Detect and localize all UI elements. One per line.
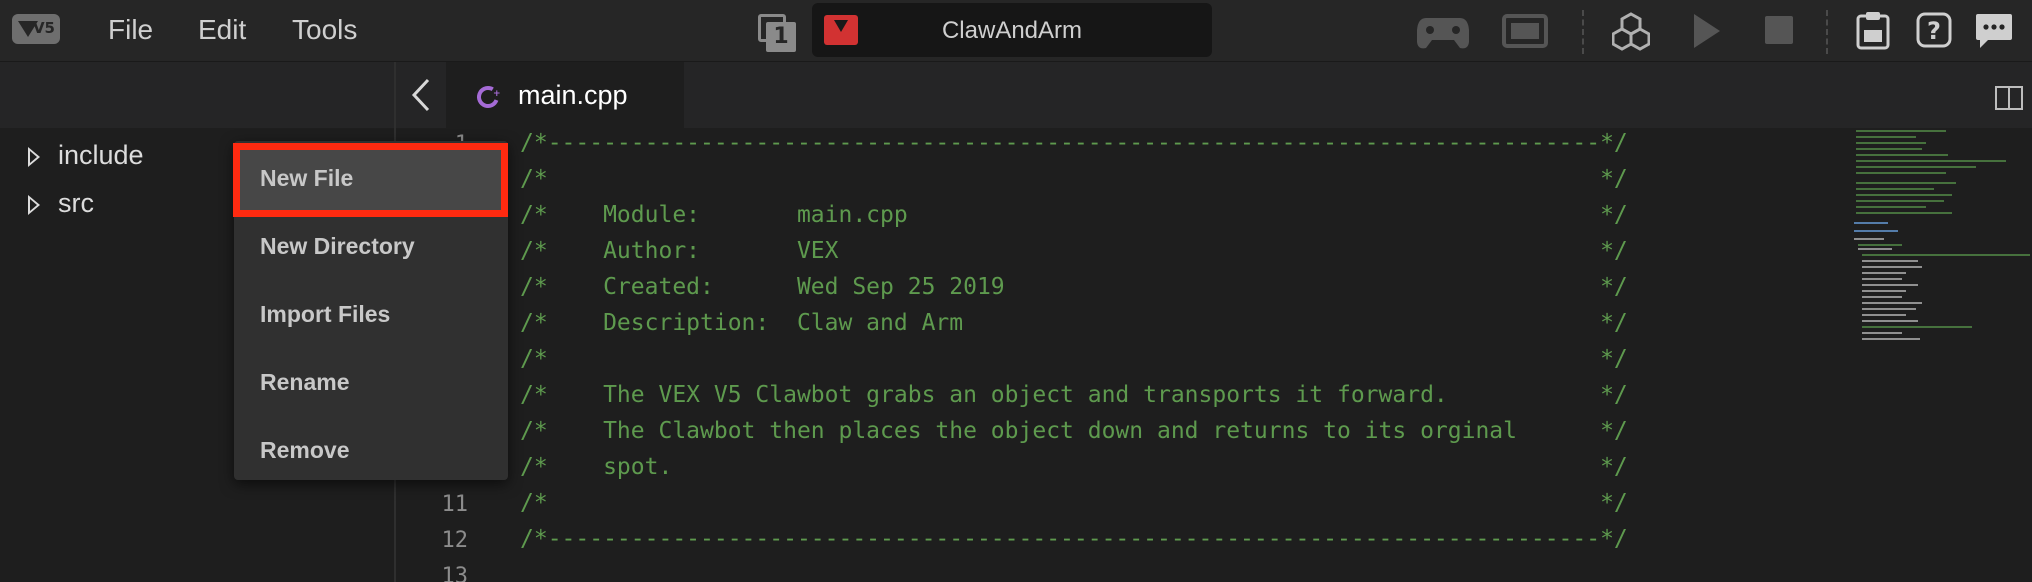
line-number: 11 xyxy=(441,492,469,517)
minimap-line xyxy=(1862,290,1906,292)
editor-tab-bar xyxy=(0,62,2032,128)
menu-tools[interactable]: Tools xyxy=(292,14,357,46)
menu-item-new-directory[interactable]: New Directory xyxy=(260,233,415,260)
minimap-line xyxy=(1856,212,1952,214)
slot-number: 1 xyxy=(766,22,796,52)
minimap-line xyxy=(1856,206,1926,208)
minimap-line xyxy=(1856,200,1944,202)
minimap-line xyxy=(1862,266,1922,268)
split-editor-icon[interactable] xyxy=(1995,86,2023,110)
code-line: /* Created: Wed Sep 25 2019 */ xyxy=(520,274,1628,300)
menu-file[interactable]: File xyxy=(108,14,153,46)
minimap-line xyxy=(1856,172,1946,174)
controller-icon[interactable] xyxy=(1416,12,1470,52)
folder-label: src xyxy=(58,188,94,218)
code-line: /* spot. */ xyxy=(520,454,1628,480)
minimap-line xyxy=(1862,302,1922,304)
help-icon[interactable]: ? xyxy=(1916,12,1952,48)
minimap-line xyxy=(1856,136,1916,138)
minimap-line xyxy=(1856,160,2006,162)
minimap-line xyxy=(1854,230,1898,232)
menu-item-remove[interactable]: Remove xyxy=(260,437,349,464)
code-line: /* Module: main.cpp */ xyxy=(520,202,1628,228)
brain-screen-icon[interactable] xyxy=(1502,12,1548,50)
minimap-line xyxy=(1858,244,1902,246)
code-minimap[interactable] xyxy=(1852,128,2030,348)
minimap-line xyxy=(1856,182,1956,184)
cpp-file-icon: + xyxy=(477,86,500,108)
minimap-line xyxy=(1856,154,1948,156)
code-line: /* Description: Claw and Arm */ xyxy=(520,310,1628,336)
code-line: /* The VEX V5 Clawbot grabs an object an… xyxy=(520,382,1628,408)
minimap-line xyxy=(1862,338,1920,340)
toolbar-separator-2 xyxy=(1826,10,1828,54)
slot-selector-icon[interactable]: 1 xyxy=(758,14,796,52)
line-number: 12 xyxy=(441,528,469,553)
minimap-line xyxy=(1862,254,2030,256)
code-line: /* */ xyxy=(520,490,1628,516)
play-icon[interactable] xyxy=(1692,12,1722,50)
minimap-line xyxy=(1862,284,1918,286)
menu-edit[interactable]: Edit xyxy=(198,14,246,46)
project-selector[interactable]: ClawAndArm xyxy=(812,3,1212,57)
download-blocks-icon[interactable] xyxy=(1612,12,1650,52)
code-line: /*--------------------------------------… xyxy=(520,130,1628,156)
svg-text:?: ? xyxy=(1927,17,1941,45)
minimap-line xyxy=(1856,166,1976,168)
code-line: /*--------------------------------------… xyxy=(520,526,1628,552)
expand-triangle-icon xyxy=(28,195,40,215)
toolbar-separator xyxy=(1582,10,1584,54)
code-line: /* Author: VEX */ xyxy=(520,238,1628,264)
tab-label: main.cpp xyxy=(518,80,628,110)
minimap-line xyxy=(1856,194,1952,196)
minimap-line xyxy=(1862,296,1902,298)
project-name: ClawAndArm xyxy=(941,17,1083,44)
code-line: /* The Clawbot then places the object do… xyxy=(520,418,1628,444)
minimap-line xyxy=(1862,308,1916,310)
minimap-line xyxy=(1856,188,1934,190)
minimap-line xyxy=(1854,238,1884,240)
highlight-annotation-box xyxy=(233,143,508,217)
collapse-explorer-chevron-icon[interactable] xyxy=(408,78,436,112)
menu-item-import-files[interactable]: Import Files xyxy=(260,301,390,328)
top-menu-bar: V5 File Edit Tools 1 ClawAndArm ? xyxy=(0,0,2032,62)
feedback-icon[interactable] xyxy=(1974,12,2014,50)
line-number: 13 xyxy=(441,564,469,582)
tab-main-cpp[interactable]: + main.cpp xyxy=(446,62,684,128)
minimap-line xyxy=(1862,314,1906,316)
minimap-line xyxy=(1856,142,1926,144)
minimap-line xyxy=(1862,320,1918,322)
logo-text: V5 xyxy=(32,19,55,37)
minimap-line xyxy=(1862,278,1902,280)
expand-triangle-icon xyxy=(28,147,40,167)
minimap-line xyxy=(1856,130,1946,132)
code-editor[interactable]: 1 2 3 4 5 6 7 8 9 10 11 12 13 /*--------… xyxy=(396,128,2032,582)
svg-text:+: + xyxy=(493,89,500,99)
vex-v5-logo[interactable]: V5 xyxy=(12,14,60,44)
stop-icon[interactable] xyxy=(1764,14,1794,46)
minimap-line xyxy=(1862,332,1902,334)
minimap-line xyxy=(1854,222,1888,224)
code-line: /* */ xyxy=(520,166,1628,192)
minimap-line xyxy=(1862,272,1906,274)
code-line: /* */ xyxy=(520,346,1628,372)
minimap-line xyxy=(1858,248,1892,250)
minimap-line xyxy=(1862,326,1972,328)
minimap-line xyxy=(1862,260,1918,262)
clipboard-icon[interactable] xyxy=(1856,10,1890,50)
menu-item-rename[interactable]: Rename xyxy=(260,369,349,396)
folder-label: include xyxy=(58,140,144,170)
minimap-line xyxy=(1856,148,1922,150)
